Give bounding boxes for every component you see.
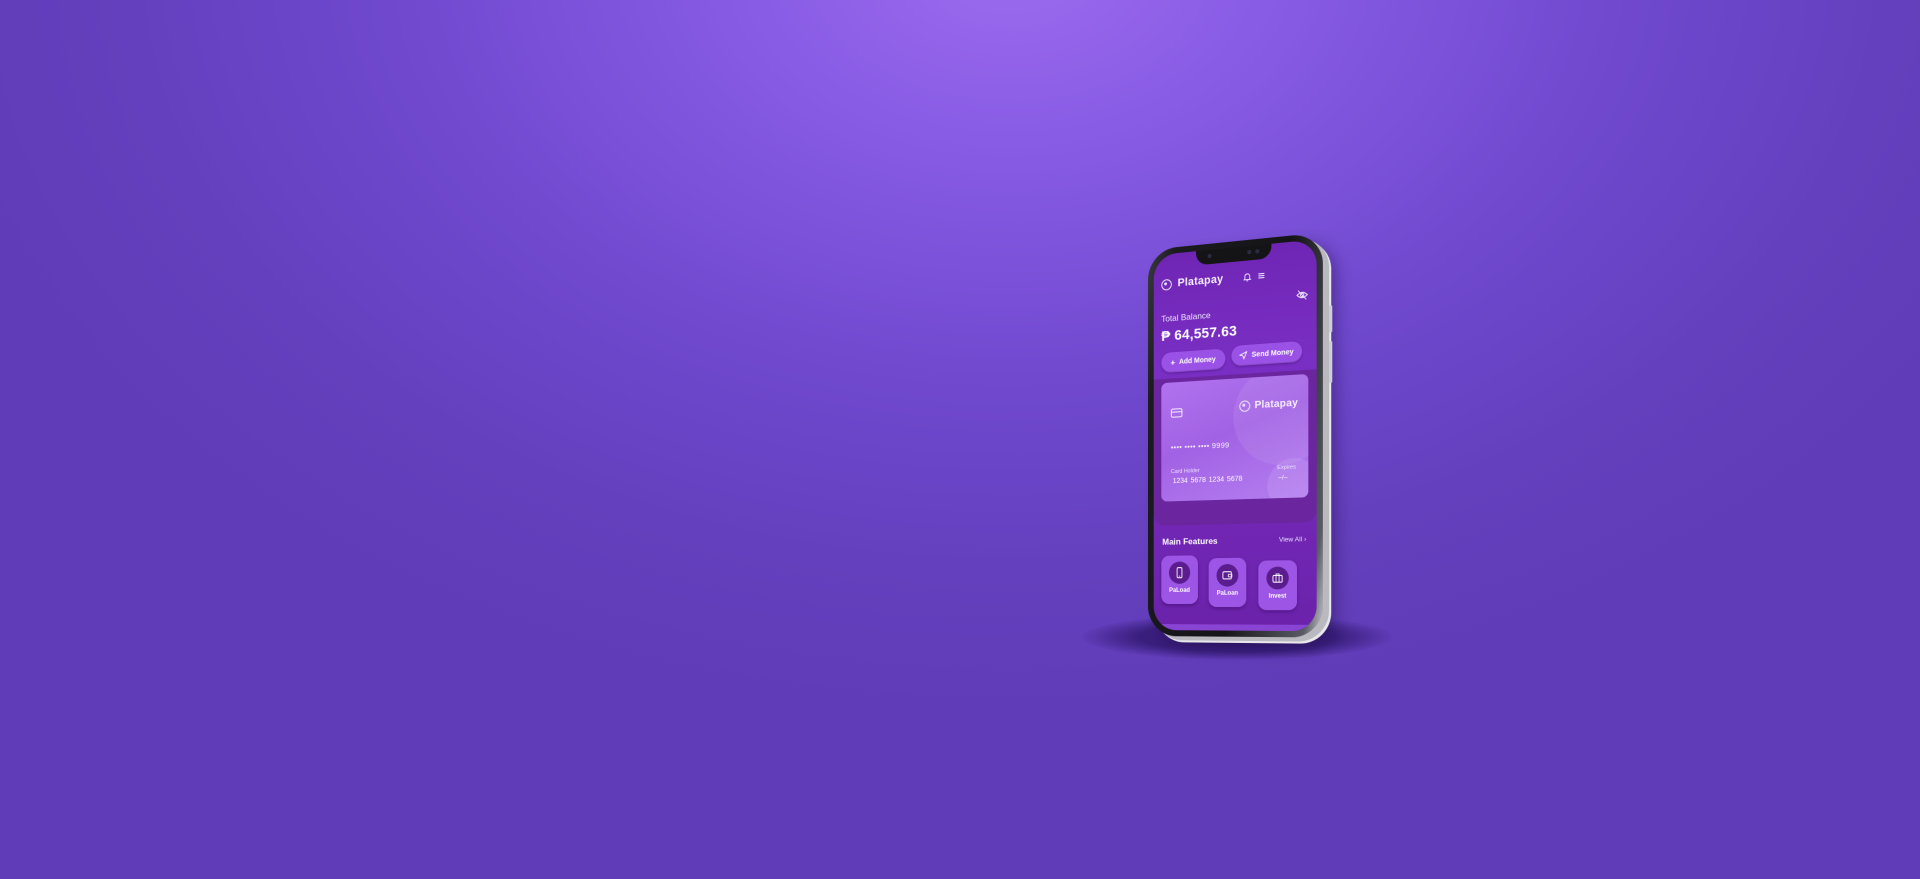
mobile-phone-icon	[1174, 567, 1186, 579]
card-holder-value: 1234 5678 1234 5678	[1173, 476, 1243, 486]
camera-icon	[1208, 254, 1212, 258]
card-expires-value: --/--	[1278, 475, 1288, 482]
credit-card-icon	[1171, 408, 1183, 418]
card-brand-name: Platapay	[1255, 398, 1298, 412]
feature-label: PaLoad	[1161, 588, 1198, 594]
add-money-button[interactable]: + Add Money	[1161, 348, 1225, 373]
card-number: •••• •••• •••• 9999	[1171, 440, 1230, 452]
send-money-button[interactable]: Send Money	[1231, 341, 1302, 367]
platapay-logo-icon	[1240, 400, 1251, 412]
sensor-icon	[1255, 249, 1259, 254]
app-header: Platapay	[1161, 263, 1308, 293]
phone-side-button	[1329, 341, 1332, 383]
main-features-title: Main Features	[1162, 536, 1217, 547]
feature-invest[interactable]: Invest	[1258, 560, 1297, 610]
next-feature-row	[1154, 624, 1317, 631]
plus-icon: +	[1171, 358, 1175, 367]
feature-paloan[interactable]: PaLoan	[1209, 558, 1247, 607]
feature-icon-disc	[1169, 561, 1190, 583]
platapay-logo-icon	[1161, 278, 1172, 290]
app-screen: Platapay Total Balance ₱ 64,557.63 + Add…	[1154, 239, 1317, 631]
card-holder-label: Card Holder	[1171, 468, 1200, 475]
total-balance-amount: ₱ 64,557.63	[1161, 322, 1237, 344]
paper-plane-icon	[1240, 351, 1248, 360]
phone-body: Platapay Total Balance ₱ 64,557.63 + Add…	[1148, 232, 1323, 637]
feature-label: Invest	[1258, 594, 1297, 600]
card-expires-label: Expires	[1277, 464, 1296, 471]
briefcase-icon	[1271, 572, 1283, 585]
feature-icon-disc	[1217, 564, 1239, 587]
add-money-label: Add Money	[1179, 356, 1216, 366]
wallet-icon	[1221, 569, 1233, 581]
feature-label: PaLoan	[1209, 591, 1247, 597]
feature-icon-disc	[1266, 567, 1288, 590]
brand-name: Platapay	[1178, 273, 1224, 289]
phone-mockup: Platapay Total Balance ₱ 64,557.63 + Add…	[1148, 250, 1324, 636]
hide-balance-eye-icon[interactable]	[1296, 288, 1308, 302]
view-all-link[interactable]: View All ›	[1279, 536, 1306, 544]
sensor-icon	[1247, 250, 1251, 255]
header-icons	[1243, 271, 1265, 282]
card-decoration	[1233, 374, 1308, 467]
menu-icon[interactable]	[1257, 271, 1265, 280]
virtual-card[interactable]: Platapay •••• •••• •••• 9999 Card Holder…	[1161, 374, 1308, 502]
feature-paload[interactable]: PaLoad	[1161, 555, 1198, 604]
phone-side-button	[1329, 305, 1332, 333]
send-money-label: Send Money	[1252, 348, 1294, 358]
bell-icon[interactable]	[1243, 272, 1251, 282]
phone-notch	[1196, 244, 1271, 266]
total-balance-label: Total Balance	[1161, 310, 1210, 324]
